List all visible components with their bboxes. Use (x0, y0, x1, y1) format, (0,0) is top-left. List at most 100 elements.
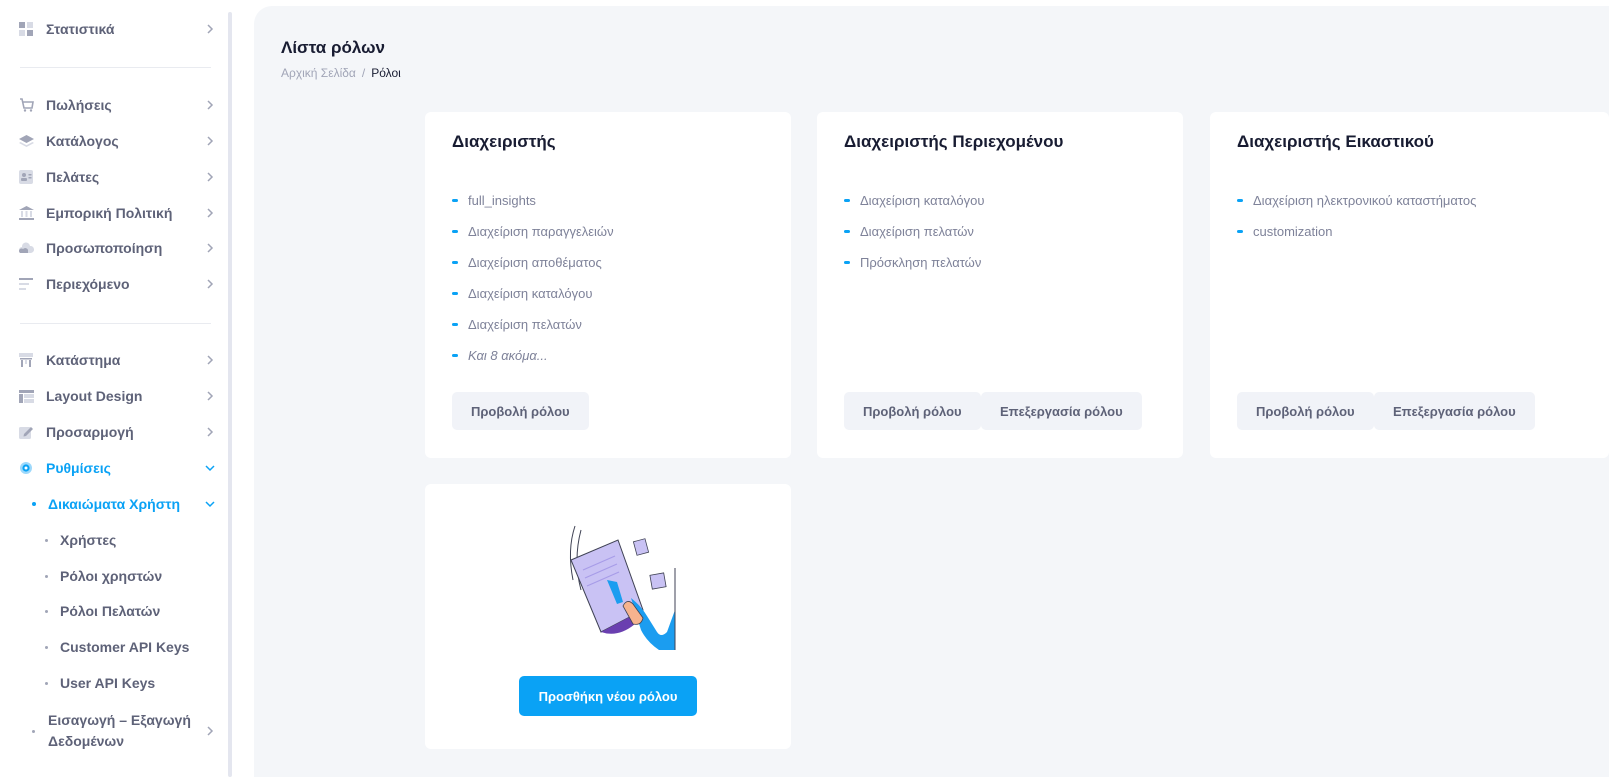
sidebar-item-label: Δικαιώματα Χρήστη (48, 496, 181, 512)
sidebar-item-catalog[interactable]: Κατάλογος (18, 127, 216, 155)
layers-icon (18, 133, 34, 149)
document-hand-illustration (569, 525, 676, 650)
contact-card-icon (18, 169, 34, 185)
sidebar-item-label: Χρήστες (60, 532, 117, 548)
gear-icon (18, 460, 34, 476)
sidebar-item-sales[interactable]: Πωλήσεις (18, 91, 216, 119)
role-title: Διαχειριστής (452, 132, 556, 151)
sidebar-item-statistics[interactable]: Στατιστικά (18, 15, 216, 43)
chevron-right-icon (207, 391, 214, 401)
bullet-dot (32, 729, 35, 733)
bullet-dot (45, 609, 48, 613)
sidebar-item-label: Ρόλοι Πελατών (60, 603, 161, 619)
breadcrumb-separator: / (361, 66, 366, 80)
chevron-right-icon (207, 427, 214, 437)
sidebar-item-label: Εισαγωγή – Εξαγωγή Δεδομένων (48, 712, 191, 749)
sidebar-divider (20, 323, 211, 324)
sidebar-item-label: Ρόλοι χρηστών (60, 568, 163, 584)
permission-item: Διαχείριση καταλόγου (452, 278, 614, 309)
sidebar-item-label: Προσαρμογή (46, 424, 134, 440)
permission-item: customization (1237, 216, 1476, 247)
edit-role-button[interactable]: Επεξεργασία ρόλου (1374, 392, 1535, 430)
sidebar-item-customer-roles[interactable]: Ρόλοι Πελατών (45, 597, 216, 625)
view-role-button[interactable]: Προβολή ρόλου (844, 392, 981, 430)
edit-icon (18, 424, 34, 440)
view-role-button[interactable]: Προβολή ρόλου (452, 392, 589, 430)
permission-item: Διαχείριση ηλεκτρονικού καταστήματος (1237, 185, 1476, 216)
sidebar-item-label: Στατιστικά (46, 21, 115, 37)
dashboard-icon (18, 21, 34, 37)
bullet-dot (45, 645, 48, 649)
page-title: Λίστα ρόλων (281, 38, 385, 57)
permission-more: Και 8 ακόμα... (452, 340, 614, 371)
role-title: Διαχειριστής Εικαστικού (1237, 132, 1434, 151)
sidebar-item-user-roles[interactable]: Ρόλοι χρηστών (45, 562, 216, 590)
sidebar-item-customization[interactable]: Προσαρμογή (18, 418, 216, 446)
sidebar-item-label: Πωλήσεις (46, 97, 112, 113)
edit-role-button[interactable]: Επεξεργασία ρόλου (981, 392, 1142, 430)
sidebar-item-layout-design[interactable]: Layout Design (18, 382, 216, 410)
role-card-visual-admin: Διαχειριστής Εικαστικού Διαχείριση ηλεκτ… (1210, 112, 1609, 458)
permission-item: Διαχείριση καταλόγου (844, 185, 984, 216)
add-role-button[interactable]: Προσθήκη νέου ρόλου (519, 676, 697, 716)
sidebar: Στατιστικά Πωλήσεις Κατάλογος Πελάτες Εμ… (0, 0, 232, 777)
sidebar-scrollbar[interactable] (228, 12, 232, 777)
sidebar-item-label: Κατάστημα (46, 352, 121, 368)
sidebar-item-user-permissions[interactable]: Δικαιώματα Χρήστη (32, 490, 216, 518)
permission-list: full_insights Διαχείριση παραγγελειών Δι… (452, 185, 614, 371)
sidebar-item-store[interactable]: Κατάστημα (18, 346, 216, 374)
text-lines-icon (18, 276, 34, 292)
sidebar-item-settings[interactable]: Ρυθμίσεις (18, 454, 216, 482)
chevron-down-icon (205, 465, 215, 472)
store-icon (18, 352, 34, 368)
sidebar-item-label: Εμπορική Πολιτική (46, 205, 173, 221)
bullet-dot (45, 574, 48, 578)
bullet-dot (45, 538, 48, 542)
main-content: Λίστα ρόλων Αρχική Σελίδα / Ρόλοι Διαχει… (254, 6, 1609, 777)
sidebar-item-import-export[interactable]: Εισαγωγή – Εξαγωγή Δεδομένων (32, 710, 216, 752)
sidebar-item-users[interactable]: Χρήστες (45, 526, 216, 554)
permission-list: Διαχείριση καταλόγου Διαχείριση πελατών … (844, 185, 984, 278)
permission-item: full_insights (452, 185, 614, 216)
sidebar-item-label: Πελάτες (46, 169, 100, 185)
chevron-right-icon (207, 208, 214, 218)
permission-list: Διαχείριση ηλεκτρονικού καταστήματος cus… (1237, 185, 1476, 247)
sidebar-item-commercial-policy[interactable]: Εμπορική Πολιτική (18, 199, 216, 227)
breadcrumb-home-link[interactable]: Αρχική Σελίδα (281, 66, 356, 80)
permission-item: Πρόσκληση πελατών (844, 247, 984, 278)
role-card-content-admin: Διαχειριστής Περιεχομένου Διαχείριση κατ… (817, 112, 1183, 458)
chevron-right-icon (207, 100, 214, 110)
chevron-right-icon (207, 726, 214, 736)
sidebar-item-customer-api-keys[interactable]: Customer API Keys (45, 633, 216, 661)
view-role-button[interactable]: Προβολή ρόλου (1237, 392, 1374, 430)
chevron-right-icon (207, 243, 214, 253)
permission-item: Διαχείριση πελατών (844, 216, 984, 247)
sidebar-item-label: Περιεχόμενο (46, 276, 130, 292)
cart-icon (18, 97, 34, 113)
sidebar-item-content[interactable]: Περιεχόμενο (18, 270, 216, 298)
sidebar-item-label: Κατάλογος (46, 133, 119, 149)
breadcrumb: Αρχική Σελίδα / Ρόλοι (281, 66, 401, 80)
sidebar-item-personalization[interactable]: Προσωποποίηση (18, 234, 216, 262)
bullet-dot (32, 502, 36, 506)
role-card-admin: Διαχειριστής full_insights Διαχείριση πα… (425, 112, 791, 458)
add-role-card: Προσθήκη νέου ρόλου (425, 484, 791, 749)
permission-item: Διαχείριση αποθέματος (452, 247, 614, 278)
chevron-right-icon (207, 279, 214, 289)
sidebar-item-customers[interactable]: Πελάτες (18, 163, 216, 191)
chevron-right-icon (207, 172, 214, 182)
chevron-right-icon (207, 355, 214, 365)
chevron-down-icon (205, 501, 215, 508)
chevron-right-icon (207, 136, 214, 146)
sidebar-item-label: Customer API Keys (60, 639, 190, 655)
chevron-right-icon (207, 24, 214, 34)
sidebar-item-label: Ρυθμίσεις (46, 460, 111, 476)
sidebar-divider (20, 67, 211, 68)
role-title: Διαχειριστής Περιεχομένου (844, 132, 1064, 151)
cloud-icon (18, 240, 34, 256)
sidebar-item-label: User API Keys (60, 675, 156, 691)
bank-icon (18, 205, 34, 221)
breadcrumb-current: Ρόλοι (371, 66, 401, 80)
sidebar-item-label: Προσωποποίηση (46, 240, 163, 256)
sidebar-item-user-api-keys[interactable]: User API Keys (45, 669, 216, 697)
